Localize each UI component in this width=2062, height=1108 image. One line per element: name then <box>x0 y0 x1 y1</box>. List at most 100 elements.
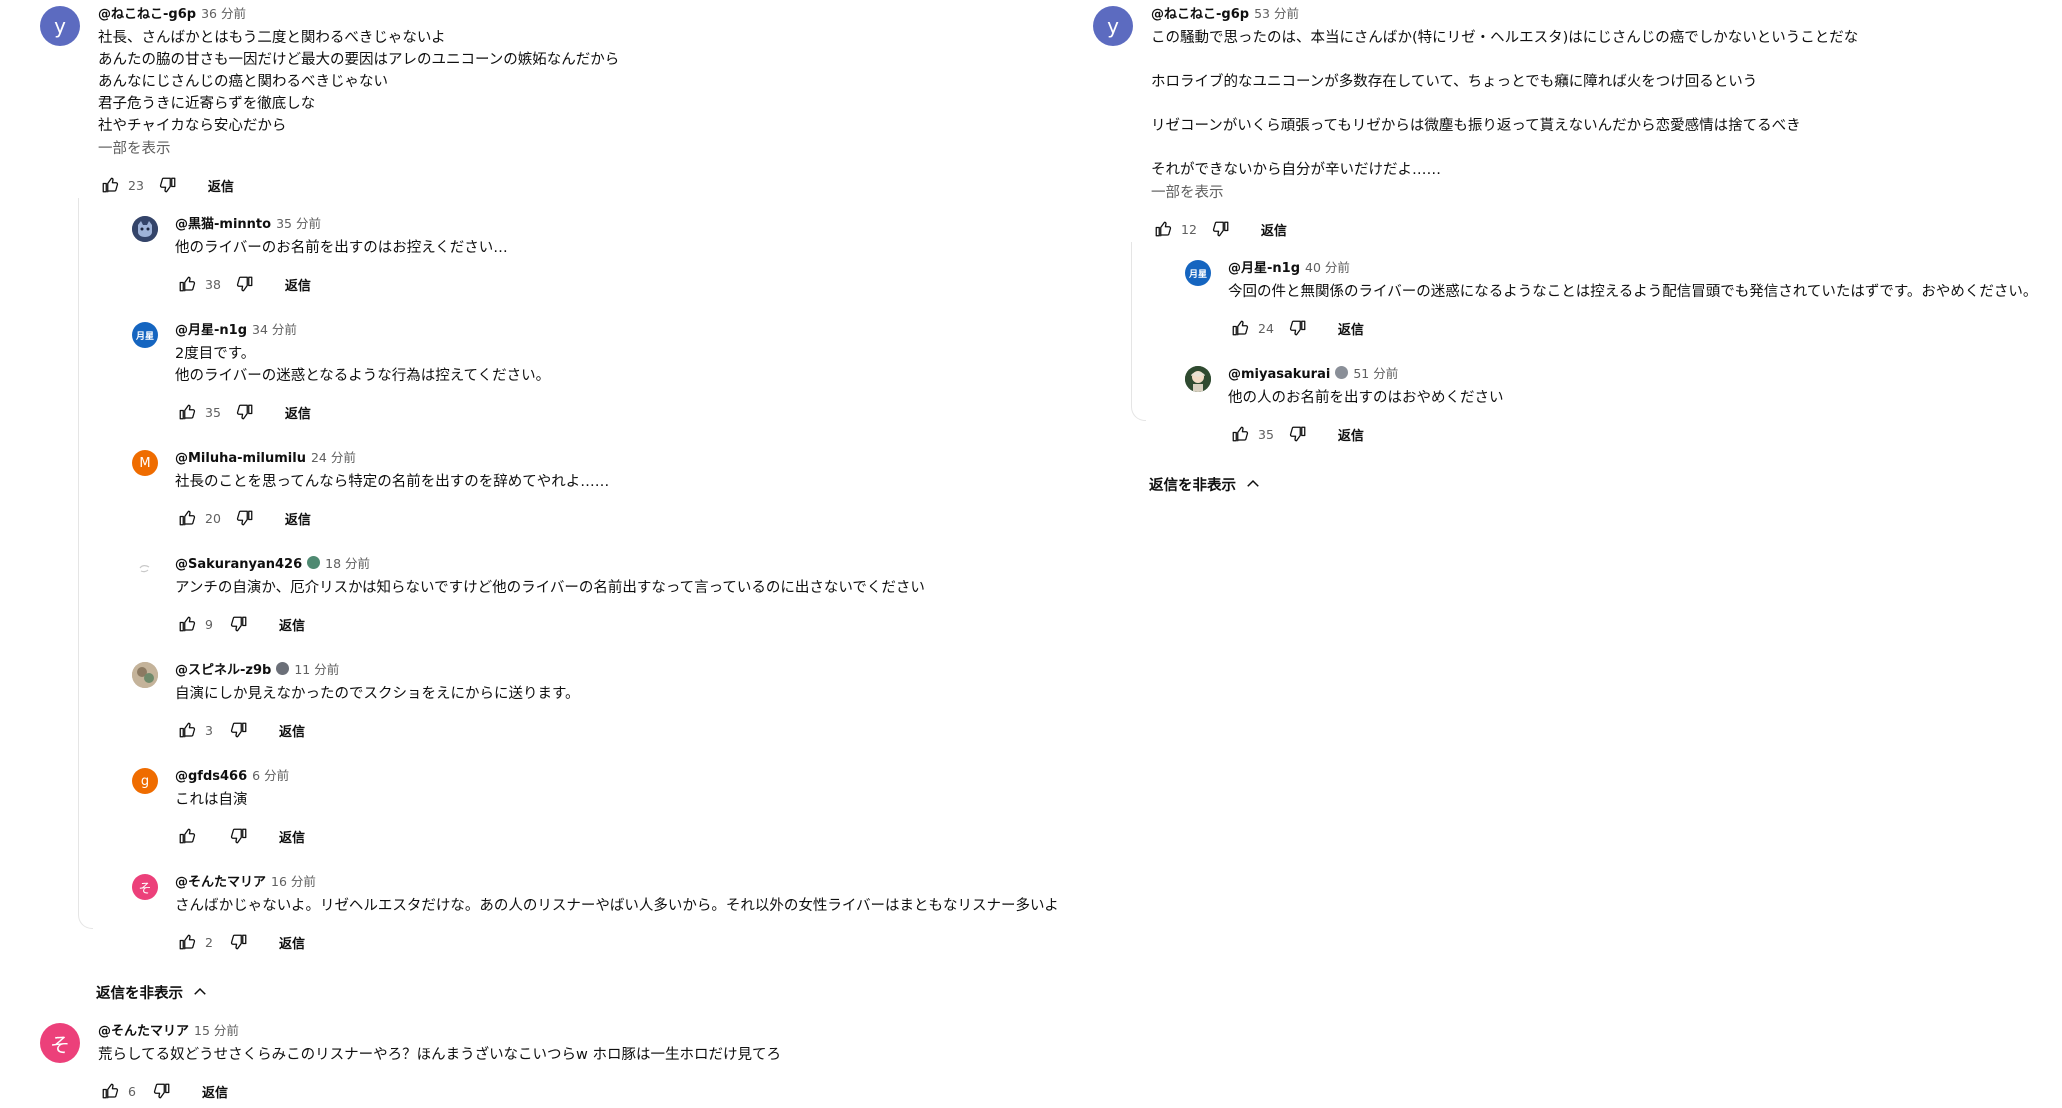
reply-button[interactable]: 返信 <box>279 721 305 740</box>
comment-author[interactable]: @Sakuranyan426 <box>175 557 302 572</box>
like-count: 35 <box>205 404 221 420</box>
comment-actions: 35 返信 <box>175 395 1100 429</box>
dislike-button[interactable] <box>1286 422 1310 446</box>
dislike-button[interactable] <box>1286 316 1310 340</box>
like-button[interactable] <box>175 930 199 954</box>
reply-button[interactable]: 返信 <box>202 1082 228 1101</box>
comment-author[interactable]: @スピネル-z9b <box>175 663 271 678</box>
member-badge-icon <box>276 662 290 675</box>
comment-author[interactable]: @ねこねこ-g6p <box>98 7 196 22</box>
like-button[interactable] <box>175 400 199 424</box>
comment-time[interactable]: 51 分前 <box>1353 366 1398 381</box>
comment-time[interactable]: 24 分前 <box>311 450 356 465</box>
comment-thread: そ @そんたマリア 15 分前 荒らしてる奴どうせさくらみこのリスナーやろ？ほんま… <box>40 1017 1100 1108</box>
thumbs-up-icon <box>102 1083 119 1099</box>
avatar[interactable] <box>132 216 158 242</box>
thumbs-down-icon <box>236 510 253 526</box>
like-button[interactable] <box>175 272 199 296</box>
avatar[interactable]: y <box>1093 6 1133 46</box>
reply-button[interactable]: 返信 <box>279 615 305 634</box>
thumbs-up-icon <box>179 934 196 950</box>
reply-button[interactable]: 返信 <box>285 509 311 528</box>
like-button[interactable] <box>98 173 122 197</box>
comment-author[interactable]: @Miluha-milumilu <box>175 451 306 466</box>
avatar[interactable] <box>132 662 158 688</box>
cat-avatar-icon <box>132 216 158 242</box>
thumbs-down-icon <box>1212 221 1229 237</box>
avatar[interactable]: そ <box>132 874 158 900</box>
comment-time[interactable]: 15 分前 <box>194 1023 239 1038</box>
comment-text: 2度目です。 他のライバーの迷惑となるような行為は控えてください。 <box>175 346 551 384</box>
thumbs-down-icon <box>1289 426 1306 442</box>
avatar[interactable]: そ <box>40 1023 80 1063</box>
reply-button[interactable]: 返信 <box>279 933 305 952</box>
comment-time[interactable]: 40 分前 <box>1305 260 1350 275</box>
reply-button[interactable]: 返信 <box>1261 220 1287 239</box>
dislike-button[interactable] <box>1209 217 1233 241</box>
reply-comment: 月星 @月星-n1g 34 分前 2度目です。 他のライバーの迷惑となるような行為は… <box>80 316 1100 429</box>
comment-actions: 20 返信 <box>175 501 1100 535</box>
comment-time[interactable]: 35 分前 <box>276 216 321 231</box>
comment-author[interactable]: @黒猫-minnto <box>175 217 271 232</box>
show-more-link[interactable]: 一部を表示 <box>1151 182 2053 204</box>
dislike-button[interactable] <box>227 612 251 636</box>
hide-replies-button[interactable]: 返信を非表示 <box>1149 469 2053 499</box>
dislike-button[interactable] <box>233 272 257 296</box>
comment-time[interactable]: 53 分前 <box>1254 6 1299 21</box>
avatar[interactable]: g <box>132 768 158 794</box>
like-button[interactable] <box>1228 422 1252 446</box>
like-button[interactable] <box>1228 316 1252 340</box>
avatar[interactable]: 月星 <box>1185 260 1211 286</box>
comment-text: 社長、さんばかとはもう二度と関わるべきじゃないよ あんたの脇の甘さも一因だけど最… <box>98 30 620 134</box>
avatar[interactable]: M <box>132 450 158 476</box>
comment-author[interactable]: @月星-n1g <box>175 323 247 338</box>
avatar[interactable] <box>132 556 158 582</box>
comment-time[interactable]: 6 分前 <box>252 768 289 783</box>
like-button[interactable] <box>175 824 199 848</box>
dislike-button[interactable] <box>233 506 257 530</box>
reply-button[interactable]: 返信 <box>285 403 311 422</box>
thumbs-down-icon <box>236 404 253 420</box>
comment-text: アンチの自演か、厄介リスかは知らないですけど他のライバーの名前出すなって言ってい… <box>175 580 925 596</box>
reply-button[interactable]: 返信 <box>1338 319 1364 338</box>
reply-comment: M @Miluha-milumilu 24 分前 社長のことを思ってんなら特定の名… <box>80 444 1100 535</box>
dislike-button[interactable] <box>150 1079 174 1103</box>
comment-author[interactable]: @そんたマリア <box>175 875 266 890</box>
reply-button[interactable]: 返信 <box>1338 425 1364 444</box>
comment-time[interactable]: 36 分前 <box>201 6 246 21</box>
reply-button[interactable]: 返信 <box>285 275 311 294</box>
like-button[interactable] <box>1151 217 1175 241</box>
chevron-up-icon <box>194 987 206 995</box>
hide-replies-button[interactable]: 返信を非表示 <box>96 977 1100 1007</box>
show-more-link[interactable]: 一部を表示 <box>98 138 1100 160</box>
like-button[interactable] <box>98 1079 122 1103</box>
avatar[interactable]: 月星 <box>132 322 158 348</box>
dislike-button[interactable] <box>227 824 251 848</box>
comment-actions: 2 返信 <box>175 925 1100 959</box>
comment-author[interactable]: @そんたマリア <box>98 1024 189 1039</box>
comment-time[interactable]: 34 分前 <box>252 322 297 337</box>
comment-author[interactable]: @月星-n1g <box>1228 261 1300 276</box>
like-button[interactable] <box>175 506 199 530</box>
like-button[interactable] <box>175 718 199 742</box>
like-button[interactable] <box>175 612 199 636</box>
comment-time[interactable]: 18 分前 <box>325 556 370 571</box>
comment-time[interactable]: 16 分前 <box>271 874 316 889</box>
like-count: 23 <box>128 177 144 193</box>
comment-author[interactable]: @miyasakurai <box>1228 367 1330 382</box>
avatar[interactable] <box>1185 366 1211 392</box>
dislike-button[interactable] <box>227 930 251 954</box>
dislike-button[interactable] <box>233 400 257 424</box>
dislike-button[interactable] <box>156 173 180 197</box>
comment-time[interactable]: 11 分前 <box>294 662 339 677</box>
comment-author[interactable]: @gfds466 <box>175 769 247 784</box>
reply-comment: 月星 @月星-n1g 40 分前 今回の件と無関係のライバーの迷惑になるようなこと… <box>1133 254 2053 345</box>
comment-text: 自演にしか見えなかったのでスクショをえにからに送ります。 <box>175 686 580 702</box>
reply-button[interactable]: 返信 <box>208 176 234 195</box>
avatar[interactable]: y <box>40 6 80 46</box>
reply-comment: @Sakuranyan426 18 分前 アンチの自演か、厄介リスかは知らないです… <box>80 550 1100 641</box>
comment-author[interactable]: @ねこねこ-g6p <box>1151 7 1249 22</box>
dislike-button[interactable] <box>227 718 251 742</box>
reply-button[interactable]: 返信 <box>279 827 305 846</box>
thumbs-up-icon <box>179 722 196 738</box>
